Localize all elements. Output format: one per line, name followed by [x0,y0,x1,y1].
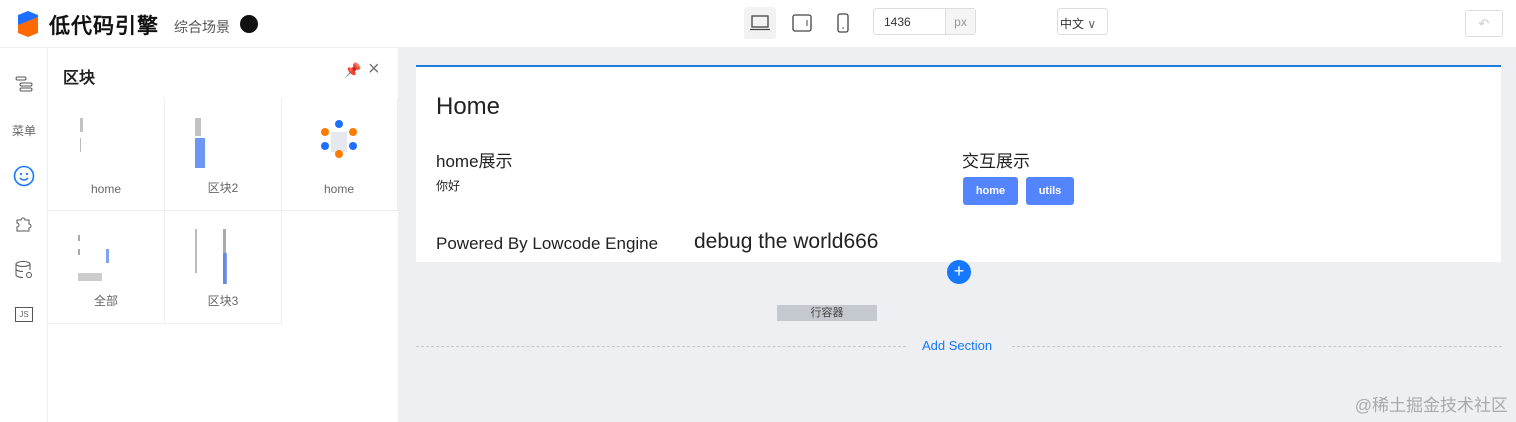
block-thumbnail [78,235,109,281]
watermark: @稀土掘金技术社区 [1354,396,1508,415]
block-thumbnail [321,120,357,158]
page-container[interactable]: Home home展示 你好 交互展示 home utils Powered B… [416,65,1501,262]
undo-button[interactable]: ↶ [1465,10,1503,37]
row-container-label[interactable]: 行容器 [777,305,877,321]
close-icon[interactable]: × [368,58,380,81]
panel-title: 区块 [63,70,96,87]
width-unit: px [945,9,975,34]
desktop-icon [750,15,770,31]
logo-icon [18,11,38,37]
section-home-title: home展示 [436,152,513,171]
left-rail: 菜单 JS [0,48,48,422]
js-icon[interactable]: JS [12,302,36,326]
block-label: home [323,182,355,196]
divider [416,346,906,347]
datasource-icon[interactable] [12,258,36,282]
outline-icon[interactable] [12,72,36,96]
blocks-panel: 区块 📌 × home 区块2 home 全部 区块3 [48,48,398,422]
block-label: home [90,182,122,196]
pin-icon[interactable]: 📌 [344,62,361,79]
design-canvas: Home home展示 你好 交互展示 home utils Powered B… [398,48,1516,422]
phone-device-button[interactable] [827,7,859,39]
chevron-down-icon: ∨ [1084,17,1097,31]
powered-by-text: Powered By Lowcode Engine [436,234,659,253]
add-section-button[interactable]: Add Section [922,338,992,353]
block-thumbnail [195,118,205,168]
block-label: 区块2 [207,181,239,195]
desktop-device-button[interactable] [744,7,776,39]
page-title: Home [436,93,501,120]
phone-icon [837,13,849,33]
block-item[interactable]: home [48,98,165,211]
github-icon[interactable] [240,15,258,33]
section-interaction-title: 交互展示 [962,152,1030,171]
divider [1012,346,1502,347]
tablet-icon [792,14,812,32]
block-item[interactable]: 区块2 [165,98,282,211]
block-thumbnail [195,229,227,284]
home-button[interactable]: home [963,177,1018,205]
block-label: 全部 [93,294,118,308]
puzzle-icon[interactable] [12,211,36,235]
block-thumbnail [80,118,83,152]
utils-button[interactable]: utils [1026,177,1074,205]
js-label: JS [15,306,33,322]
block-label: 区块3 [207,294,239,308]
add-component-button[interactable]: + [947,260,971,284]
block-item[interactable]: home [281,98,398,211]
scene-link[interactable]: 综合场景 [174,17,230,37]
block-item[interactable]: 区块3 [165,211,282,324]
greeting-text: 你好 [436,179,461,193]
smile-icon[interactable] [12,164,36,188]
top-bar: 低代码引擎 综合场景 1436 px 中文 ∨ ↶ [0,0,1516,48]
rail-menu-item[interactable]: 菜单 [12,118,36,142]
canvas-width-input[interactable]: 1436 px [873,8,976,35]
debug-text: debug the world666 [694,230,879,253]
language-value: 中文 [1060,17,1085,31]
language-select[interactable]: 中文 ∨ [1057,8,1108,35]
width-value[interactable]: 1436 [874,9,945,34]
tablet-device-button[interactable] [786,7,818,39]
brand-title: 低代码引擎 [49,15,159,38]
block-item[interactable]: 全部 [48,211,165,324]
